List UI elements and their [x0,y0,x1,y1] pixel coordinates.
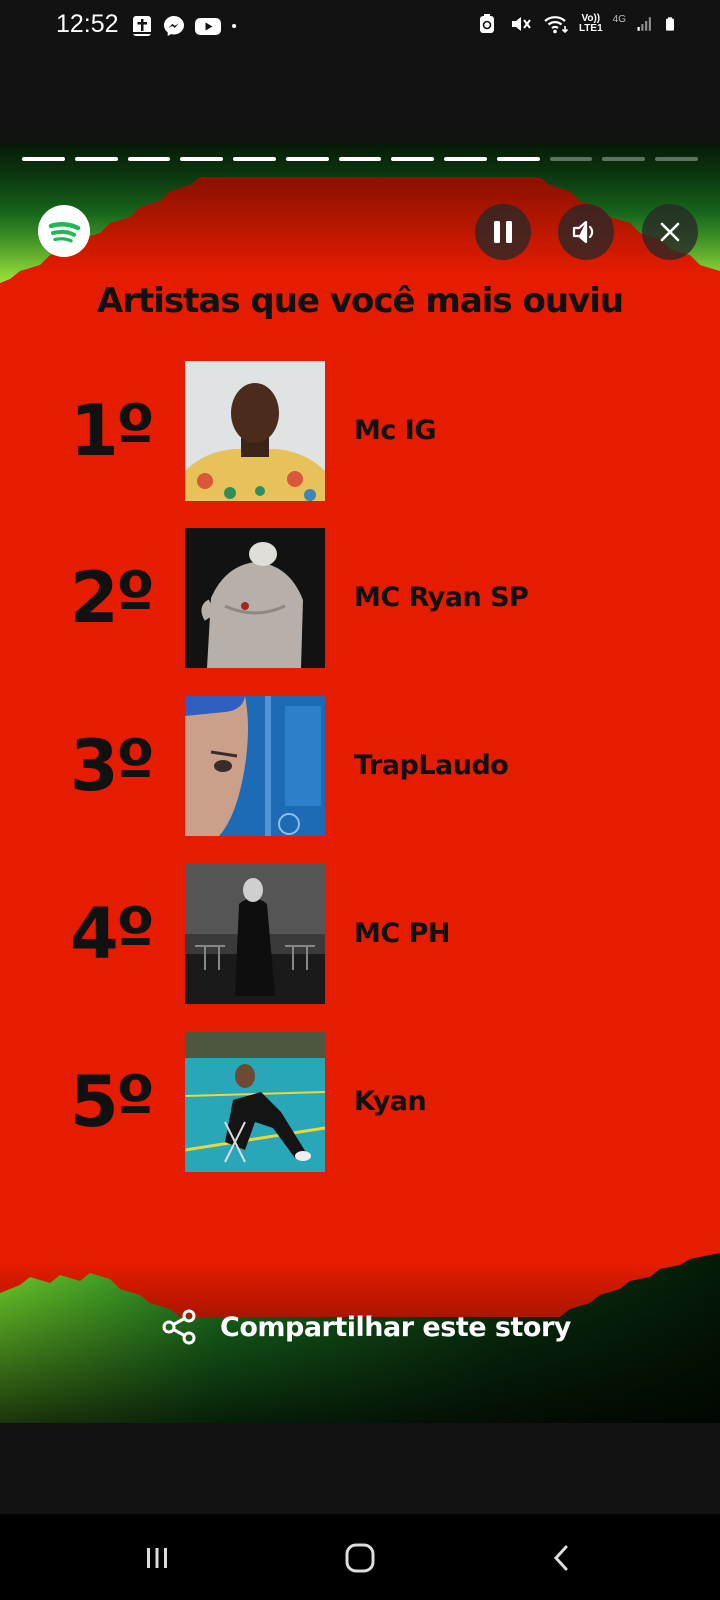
progress-segment [22,157,65,161]
back-button[interactable] [538,1534,586,1582]
artist-name: Mc IG [354,415,436,446]
rank-number: 4º [70,893,155,975]
progress-segment [496,157,540,161]
bible-app-icon [133,16,151,36]
artist-photo [185,361,325,501]
story-title: Artistas que você mais ouviu [96,281,624,321]
rank-number: 2º [70,557,155,639]
battery-icon [666,17,674,31]
progress-segment [602,157,646,161]
youtube-icon [195,18,221,35]
story-progress [22,157,698,161]
artist-row-5[interactable]: 5º Kyan [0,1032,720,1172]
network-label: Vo)) LTE1 [579,14,603,34]
progress-segment [338,157,382,161]
close-button[interactable] [642,204,698,260]
spotify-icon [48,222,81,243]
volume-button[interactable] [558,204,614,260]
artist-name: MC PH [354,918,450,949]
network-type: 4G [612,13,626,25]
status-bar: 12:52 Vo)) LTE1 4G [0,0,720,52]
signal-icon [637,17,651,31]
progress-segment [233,157,276,161]
artist-row-2[interactable]: 2º MC Ryan SP [0,528,720,668]
mute-icon [511,17,531,31]
pause-button[interactable] [475,204,531,260]
progress-segment [444,157,487,161]
volume-icon [572,220,594,244]
artist-row-4[interactable]: 4º MC PH [0,864,720,1004]
progress-segment [549,157,593,161]
close-icon [660,222,680,242]
recent-apps-button[interactable] [133,1534,181,1582]
wifi-icon [544,16,569,34]
navigation-bar [0,1514,720,1600]
artist-name: TrapLaudo [354,750,509,781]
artist-photo [185,696,325,836]
progress-segment [655,157,698,161]
progress-segment [127,157,171,161]
progress-segment [180,157,224,161]
status-right-icons: Vo)) LTE1 4G [475,12,680,36]
story-card[interactable]: Artistas que você mais ouviu 1º Mc IG 2º [0,143,720,1423]
back-icon [553,1545,568,1571]
recent-apps-icon [147,1548,167,1568]
rank-number: 3º [70,725,155,807]
network-label-line2: LTE1 [578,23,603,34]
share-icon [162,1309,196,1345]
rank-number: 5º [70,1061,155,1143]
home-icon [345,1543,375,1573]
artist-row-1[interactable]: 1º Mc IG [0,361,720,501]
messenger-icon [164,16,184,36]
artist-photo [185,528,325,668]
artist-photo [185,864,325,1004]
share-label: Compartilhar este story [220,1311,571,1343]
recycle-icon [479,14,494,33]
progress-segment [74,157,118,161]
artist-row-3[interactable]: 3º TrapLaudo [0,696,720,836]
artist-photo [185,1032,325,1172]
artist-name: Kyan [354,1086,427,1117]
pause-icon [494,221,512,243]
dot-icon [232,23,237,29]
status-time: 12:52 [56,10,119,38]
progress-segment [391,157,435,161]
share-story-button[interactable]: Compartilhar este story [160,1308,571,1346]
spotify-logo [38,205,90,257]
artist-name: MC Ryan SP [354,582,529,613]
progress-segment [285,157,329,161]
home-button[interactable] [336,1534,384,1582]
rank-number: 1º [70,390,155,472]
status-left-icons [130,14,244,38]
